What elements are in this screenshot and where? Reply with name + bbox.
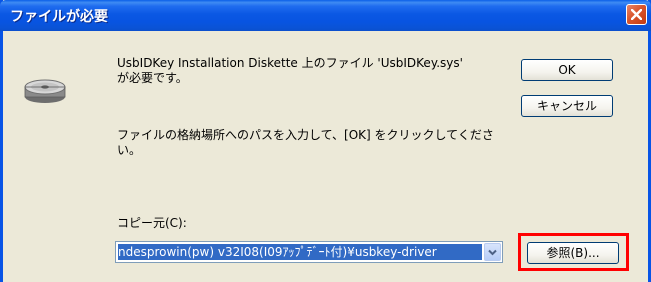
ok-button[interactable]: OK (521, 59, 613, 81)
title-bar[interactable]: ファイルが必要 (0, 0, 651, 31)
file-needed-dialog: ファイルが必要 UsbIDKey Installation Diskette 上… (0, 0, 651, 282)
copy-source-combobox[interactable]: ndesprowin(pw) v32I08(I09ｱｯﾌﾟﾃﾞｰﾄ付)¥usbk… (115, 241, 503, 263)
dialog-body: UsbIDKey Installation Diskette 上のファイル 'U… (3, 31, 648, 282)
copy-source-input[interactable]: ndesprowin(pw) v32I08(I09ｱｯﾌﾟﾃﾞｰﾄ付)¥usbk… (118, 244, 482, 260)
close-button[interactable] (626, 4, 647, 25)
instruction-line-2: い。 (117, 143, 142, 157)
floppy-disk-icon (24, 79, 66, 103)
message-text: UsbIDKey Installation Diskette 上のファイル 'U… (117, 56, 517, 86)
instruction-text: ファイルの格納場所へのパスを入力して、[OK] をクリックしてくださ い。 (117, 128, 517, 158)
message-line-1: UsbIDKey Installation Diskette 上のファイル 'U… (117, 56, 463, 70)
message-line-2: が必要です。 (117, 71, 188, 85)
chevron-down-icon (488, 249, 497, 256)
browse-highlight-box: 参照(B)... (518, 233, 629, 271)
window-title: ファイルが必要 (10, 9, 108, 25)
cancel-button[interactable]: キャンセル (521, 95, 613, 117)
copy-source-label: コピー元(C): (117, 216, 187, 230)
close-icon (631, 9, 642, 20)
copy-source-dropdown-button[interactable] (484, 243, 501, 261)
instruction-line-1: ファイルの格納場所へのパスを入力して、[OK] をクリックしてくださ (117, 128, 494, 142)
browse-button[interactable]: 参照(B)... (527, 242, 619, 264)
